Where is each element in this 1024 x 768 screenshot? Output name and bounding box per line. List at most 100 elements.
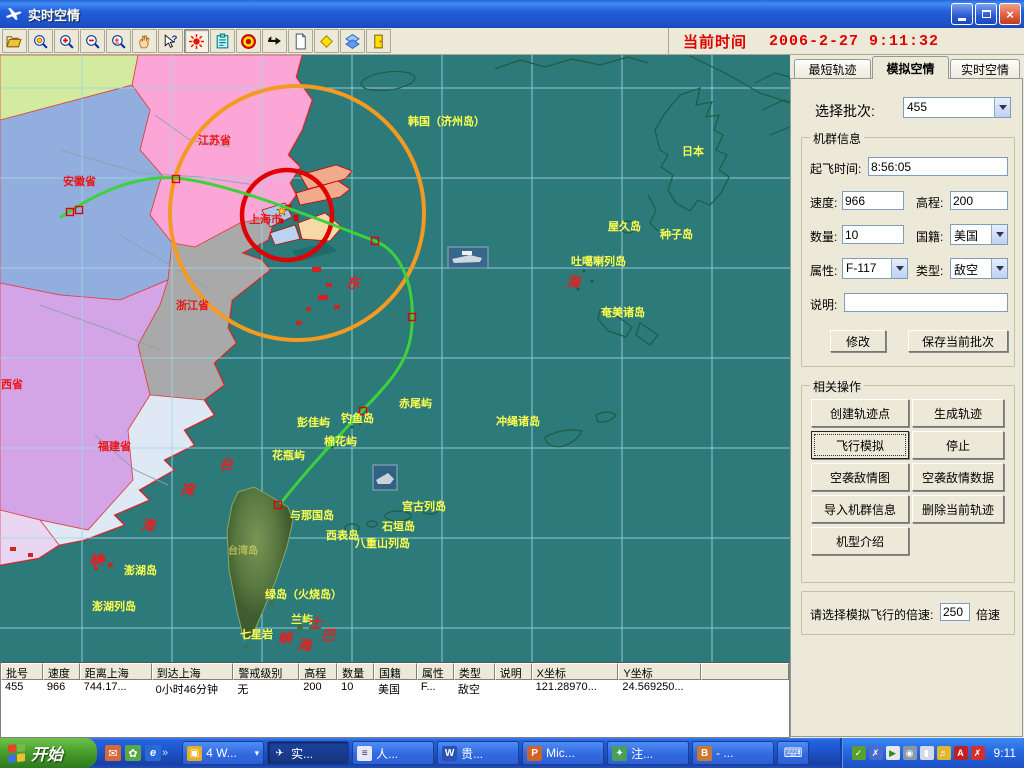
start-button[interactable]: 开始 — [0, 738, 97, 768]
chevron-down-icon[interactable] — [994, 98, 1010, 117]
table-header-cell[interactable]: 到达上海 — [152, 663, 234, 680]
new-document-icon[interactable] — [288, 29, 313, 53]
op-button[interactable]: 生成轨迹 — [912, 399, 1004, 427]
shield-green-icon[interactable]: ✓ — [852, 746, 866, 760]
security-alert-icon[interactable]: ✗ — [971, 746, 985, 760]
modify-button[interactable]: 修改 — [830, 330, 886, 352]
table-header-cell[interactable]: Y坐标 — [618, 663, 701, 680]
system-tray: ✓✗▶◉▮♬A✗ 9:11 — [840, 738, 1024, 768]
task-label: 贵... — [461, 745, 483, 762]
map-label: 与那国岛 — [290, 508, 334, 522]
table-header-cell[interactable]: 属性 — [417, 663, 454, 680]
table-header-cell[interactable] — [701, 663, 789, 680]
map-view[interactable]: ★ 韩国（济州岛）日本屋久岛种子岛吐噶喇列岛奄美诸岛赤尾屿冲绳诸岛彭佳屿钓鱼岛棉… — [0, 55, 790, 662]
type-combobox[interactable]: 敌空 — [950, 258, 1008, 279]
op-button[interactable]: 导入机群信息 — [811, 495, 909, 523]
table-header-cell[interactable]: 说明 — [495, 663, 532, 680]
ati-icon[interactable]: A — [954, 746, 968, 760]
map-label: 澎湖岛 — [124, 563, 157, 577]
close-button[interactable]: × — [999, 3, 1021, 25]
zoom-extent-icon[interactable] — [28, 29, 53, 53]
op-button[interactable]: 飞行模拟 — [811, 431, 909, 459]
zoom-in-icon[interactable] — [54, 29, 79, 53]
target-icon[interactable] — [236, 29, 261, 53]
op-button[interactable]: 空袭敌情数据 — [912, 463, 1004, 491]
save-batch-button[interactable]: 保存当前批次 — [908, 330, 1008, 352]
table-header-cell[interactable]: X坐标 — [532, 663, 619, 680]
sun-icon[interactable] — [184, 29, 209, 53]
table-header-cell[interactable]: 速度 — [43, 663, 80, 680]
group-chevron-icon[interactable]: ▾ — [255, 748, 260, 759]
tab-realtime-air[interactable]: 实时空情 — [950, 59, 1020, 79]
msn-icon[interactable]: ✿ — [125, 745, 141, 761]
type-label: 类型: — [916, 262, 943, 279]
taskbar-task-plane[interactable]: ✈实... — [267, 741, 349, 765]
layers-icon[interactable] — [340, 29, 365, 53]
table-cell: 无 — [233, 680, 299, 696]
op-button[interactable]: 机型介绍 — [811, 527, 909, 555]
speed-prompt: 请选择模拟飞行的倍速: — [810, 606, 933, 623]
zoom-out-icon[interactable] — [80, 29, 105, 53]
table-row[interactable]: 455966744.17...0小时46分钟无20010美国F...敌空121.… — [1, 680, 789, 696]
map-label: 钓鱼岛 — [341, 411, 374, 425]
volume-alt-icon[interactable]: ◉ — [903, 746, 917, 760]
warning-diamond-icon[interactable] — [314, 29, 339, 53]
count-input[interactable] — [842, 225, 904, 244]
input-method-keyboard-icon[interactable]: ⌨ — [777, 741, 809, 765]
table-header-cell[interactable]: 警戒级别 — [233, 663, 299, 680]
target-data-table[interactable]: 批号速度距离上海到达上海警戒级别高程数量国籍属性类型说明X坐标Y坐标455966… — [0, 662, 790, 738]
monitor-error-icon[interactable]: ✗ — [869, 746, 883, 760]
tab-simulated-air[interactable]: 模拟空情 — [872, 56, 949, 79]
taskbar-task-word[interactable]: W贵... — [437, 741, 519, 765]
altitude-input[interactable] — [950, 191, 1008, 210]
attr-combobox[interactable]: F-117 — [842, 258, 908, 279]
map-label: 江苏省 — [198, 133, 231, 147]
table-header-cell[interactable]: 距离上海 — [80, 663, 152, 680]
open-folder-icon[interactable] — [2, 29, 27, 53]
taskbar-task-powerpoint[interactable]: PMic... — [522, 741, 604, 765]
scheduler-icon[interactable]: ▶ — [886, 746, 900, 760]
table-header-cell[interactable]: 高程 — [299, 663, 337, 680]
speaker-icon[interactable]: ♬ — [937, 746, 951, 760]
takeoff-time-input[interactable] — [868, 157, 1008, 176]
quick-launch-more-icon[interactable]: » — [162, 747, 168, 759]
taskbar-task-app-grid[interactable]: ✦注... — [607, 741, 689, 765]
desc-input[interactable] — [844, 293, 1008, 312]
taskbar-task-b-app[interactable]: B- ... — [692, 741, 774, 765]
map-label: 巴 — [321, 627, 337, 643]
chevron-down-icon[interactable] — [891, 259, 907, 278]
help-pointer-icon[interactable]: ? — [158, 29, 183, 53]
map-label: 冲绳诸岛 — [496, 414, 540, 428]
table-header-cell[interactable]: 批号 — [1, 663, 43, 680]
speed-multiplier-input[interactable] — [940, 603, 970, 621]
op-button[interactable]: 删除当前轨迹 — [912, 495, 1004, 523]
op-button[interactable]: 停止 — [912, 431, 1004, 459]
op-button[interactable]: 空袭敌情图 — [811, 463, 909, 491]
chevron-down-icon[interactable] — [991, 259, 1007, 278]
exit-door-icon[interactable] — [366, 29, 391, 53]
map-label: 奄美诸岛 — [600, 305, 645, 319]
chart-clipboard-icon[interactable] — [210, 29, 235, 53]
tab-shortest-track[interactable]: 最短轨迹 — [794, 59, 871, 79]
zoom-window-icon[interactable]: ± — [106, 29, 131, 53]
speed-input[interactable] — [842, 191, 904, 210]
table-header-cell[interactable]: 数量 — [337, 663, 374, 680]
table-header-cell[interactable]: 国籍 — [374, 663, 417, 680]
taskbar-task-notepad[interactable]: ≡人... — [352, 741, 434, 765]
minimize-button[interactable] — [951, 3, 973, 25]
battery-icon[interactable]: ▮ — [920, 746, 934, 760]
taskbar-task-folder[interactable]: ▣4 W...▾ — [182, 741, 264, 765]
chevron-down-icon[interactable] — [991, 225, 1007, 244]
maximize-button[interactable] — [975, 3, 997, 25]
task-buttons: ▣4 W...▾✈实...≡人...W贵...PMic...✦注...B- ..… — [182, 741, 809, 765]
table-header-cell[interactable]: 类型 — [454, 663, 495, 680]
swap-arrows-icon[interactable] — [262, 29, 287, 53]
table-cell: 0小时46分钟 — [152, 680, 234, 696]
pan-hand-icon[interactable] — [132, 29, 157, 53]
ie-icon[interactable]: e — [145, 745, 161, 761]
outlook-icon[interactable]: ✉ — [105, 745, 121, 761]
op-button[interactable]: 创建轨迹点 — [811, 399, 909, 427]
app-grid-icon: ✦ — [612, 746, 627, 761]
nation-combobox[interactable]: 美国 — [950, 224, 1008, 245]
batch-combobox[interactable]: 455 — [903, 97, 1011, 118]
